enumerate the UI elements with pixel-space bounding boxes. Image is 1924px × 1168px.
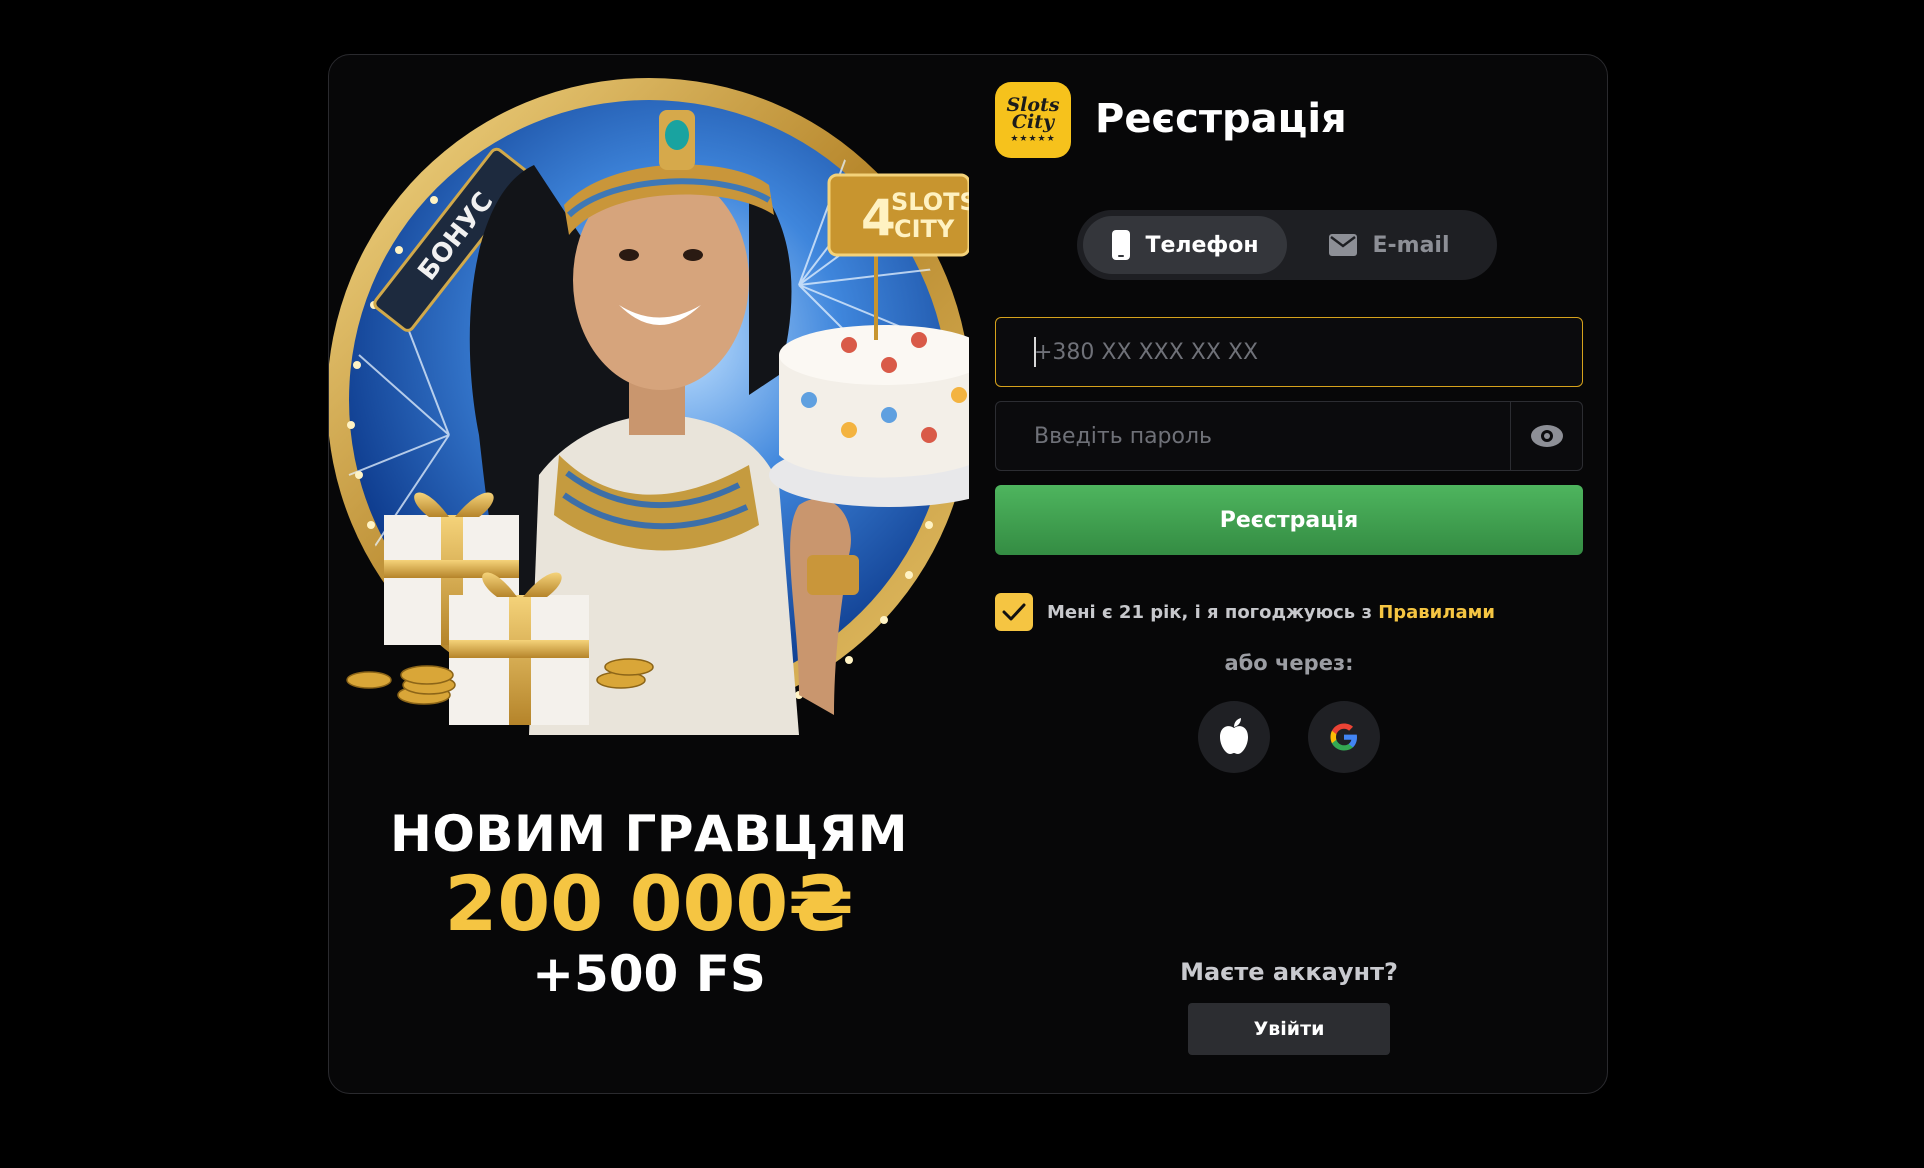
text-caret xyxy=(1034,337,1036,367)
promo-bonus-amount: 200 000₴ xyxy=(444,859,854,948)
age-agreement: Мені є 21 рік, і я погоджуюсь з Правилам… xyxy=(995,593,1495,631)
rules-link[interactable]: Правилами xyxy=(1378,602,1495,623)
eye-icon xyxy=(1530,425,1563,447)
password-input[interactable] xyxy=(996,402,1510,470)
google-login-button[interactable] xyxy=(1308,701,1380,773)
registration-modal: БОНУС 4 SLOTS CITY НОВИМ ГРАВЦЯМ 200 000… xyxy=(328,54,1608,1094)
have-account-text: Маєте аккаунт? xyxy=(1180,958,1398,986)
tab-email[interactable]: E-mail xyxy=(1287,216,1491,274)
slots-city-logo: Slots City ★★★★★ xyxy=(995,82,1071,158)
phone-field xyxy=(995,317,1583,387)
agreement-label: Мені є 21 рік, і я погоджуюсь з xyxy=(1047,601,1379,623)
tab-phone-label: Телефон xyxy=(1145,232,1259,258)
agreement-text: Мені є 21 рік, і я погоджуюсь з Правилам… xyxy=(1047,602,1495,623)
or-divider-text: або через: xyxy=(1224,651,1354,675)
cake-sign-line2: CITY xyxy=(894,215,955,243)
signup-method-tabs: Телефон E-mail xyxy=(1077,210,1497,280)
mail-icon xyxy=(1329,234,1358,256)
promo-panel: БОНУС 4 SLOTS CITY НОВИМ ГРАВЦЯМ 200 000… xyxy=(329,55,969,1093)
promo-illustration: БОНУС 4 SLOTS CITY xyxy=(329,78,969,735)
promo-headline: НОВИМ ГРАВЦЯМ xyxy=(390,805,908,863)
phone-input[interactable] xyxy=(996,318,1582,386)
google-icon xyxy=(1330,723,1357,751)
social-login xyxy=(995,701,1583,773)
promo-free-spins: +500 FS xyxy=(532,945,766,1003)
checkmark-icon xyxy=(1002,603,1026,621)
tab-phone[interactable]: Телефон xyxy=(1083,216,1287,274)
promo-offer: НОВИМ ГРАВЦЯМ 200 000₴ +500 FS xyxy=(329,803,969,1005)
logo-stars: ★★★★★ xyxy=(1010,133,1056,144)
register-button[interactable]: Реєстрація xyxy=(995,485,1583,555)
password-field xyxy=(995,401,1583,471)
cake-sign-line1: SLOTS xyxy=(891,188,969,216)
phone-icon xyxy=(1112,230,1131,260)
toggle-password-button[interactable] xyxy=(1510,402,1582,470)
apple-login-button[interactable] xyxy=(1198,701,1270,773)
page-title: Реєстрація xyxy=(1095,96,1347,142)
login-button[interactable]: Увійти xyxy=(1188,1003,1390,1055)
tab-email-label: E-mail xyxy=(1372,232,1450,258)
apple-icon xyxy=(1220,718,1248,754)
agreement-checkbox[interactable] xyxy=(995,593,1033,631)
logo-text-line2: City xyxy=(1011,110,1055,133)
registration-form: Slots City ★★★★★ Реєстрація Телефон E-ma… xyxy=(995,55,1583,1093)
